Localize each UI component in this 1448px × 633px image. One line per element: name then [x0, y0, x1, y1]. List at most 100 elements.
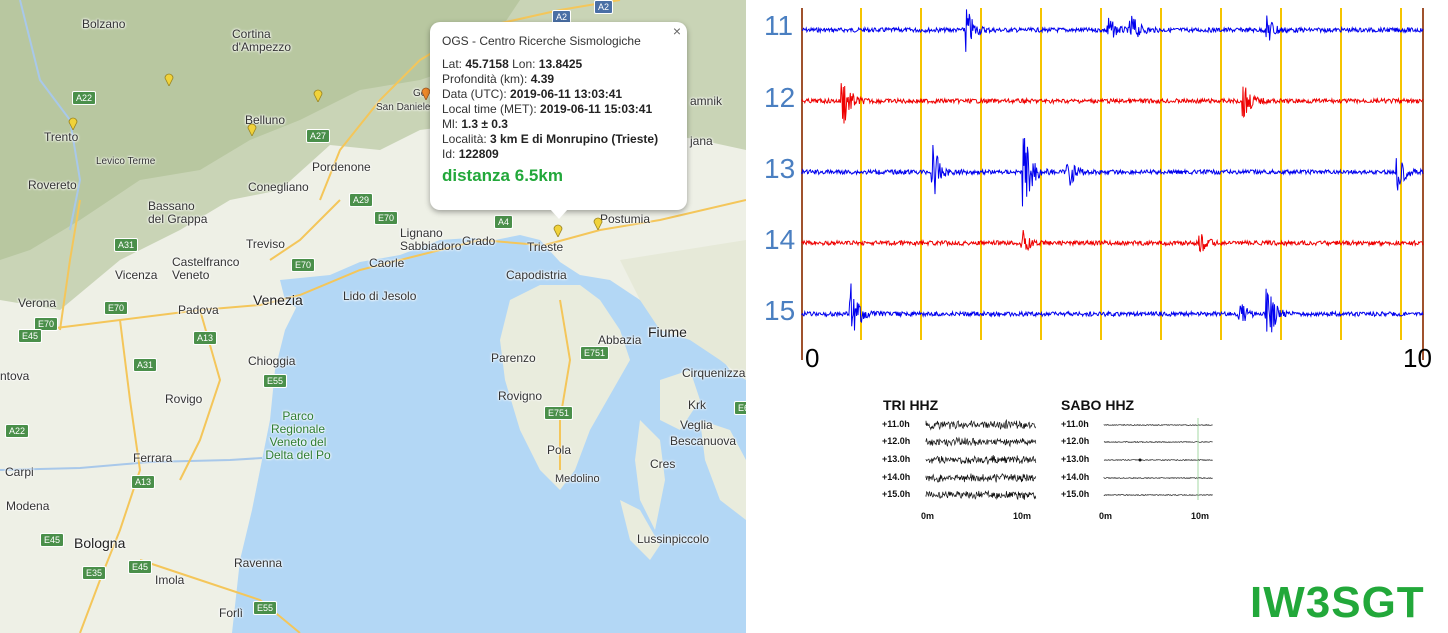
park-label: Parco Regionale Veneto del Delta del Po — [265, 409, 331, 462]
city-label: Abbazia — [598, 333, 642, 347]
seismic-trace — [801, 9, 1424, 52]
lat-value: 45.7158 — [465, 57, 509, 71]
popup-met: Local time (MET): 2019-06-11 15:03:41 — [442, 102, 658, 117]
mini-row-label: +14.0h — [882, 472, 911, 482]
road-shield: E55 — [263, 374, 288, 388]
road-shield: E751 — [544, 406, 574, 420]
city-label: Cirquenizza — [682, 366, 746, 380]
lat-label: Lat: — [442, 57, 463, 71]
seismic-trace — [801, 137, 1424, 207]
id-label: Id: — [442, 147, 456, 161]
mini-axis-label: 0m — [1099, 511, 1113, 521]
earthquake-marker-icon[interactable] — [313, 88, 323, 102]
city-label: Pola — [547, 443, 572, 457]
depth-value: 4.39 — [530, 72, 555, 86]
lon-label: Lon: — [512, 57, 536, 71]
city-label: Caorle — [369, 256, 405, 270]
road-shield: E35 — [82, 566, 107, 580]
popup-title: OGS - Centro Ricerche Sismologiche — [442, 34, 641, 48]
x-axis-start-label: 0 — [805, 343, 820, 373]
utc-label: Data (UTC): — [442, 87, 507, 101]
road-shield: A31 — [114, 238, 139, 252]
city-label: ntova — [0, 369, 30, 383]
city-label: Venezia — [253, 292, 303, 308]
earthquake-info-popup: × OGS - Centro Ricerche Sismologiche Lat… — [430, 22, 687, 219]
mini-axis-label: 10m — [1191, 511, 1210, 521]
city-label: Forlì — [219, 606, 243, 620]
city-label: Cres — [650, 457, 676, 471]
city-label: Padova — [178, 303, 219, 317]
city-label: Lussinpiccolo — [637, 532, 710, 546]
city-label: Parenzo — [491, 351, 536, 365]
city-label: Imola — [155, 573, 185, 587]
mini-row-label: +15.0h — [882, 489, 911, 499]
popup-location: Località: 3 km E di Monrupino (Trieste) — [442, 132, 658, 147]
city-label: Rovigo — [165, 392, 203, 406]
road-shield: E70 — [374, 211, 399, 225]
road-shield: A13 — [193, 331, 218, 345]
seismic-trace — [801, 230, 1424, 253]
seismic-trace — [801, 83, 1424, 124]
city-label: amnik — [690, 94, 723, 108]
city-label: Grado — [462, 234, 496, 248]
road-shield: E45 — [18, 329, 43, 343]
depth-label: Profondità (km): — [442, 72, 528, 86]
city-label: Ravenna — [234, 556, 283, 570]
city-label: Capodistria — [506, 268, 567, 282]
mini-row-label: +11.0h — [1061, 419, 1089, 429]
mini-axis-label: 10m — [1013, 511, 1032, 521]
road-shield: A29 — [349, 193, 374, 207]
city-label: Trieste — [527, 240, 564, 254]
earthquake-marker-icon[interactable] — [593, 216, 603, 230]
mini-row-label: +11.0h — [882, 419, 910, 429]
id-value: 122809 — [458, 147, 499, 161]
hour-label: 14 — [764, 224, 796, 255]
hour-label: 12 — [764, 82, 796, 113]
mini-row-label: +13.0h — [1061, 454, 1090, 464]
city-label: Conegliano — [248, 180, 309, 194]
lon-value: 13.8425 — [538, 57, 583, 71]
location-value: 3 km E di Monrupino (Trieste) — [490, 132, 659, 146]
city-label: Krk — [688, 398, 706, 412]
road-shield: E55 — [253, 601, 278, 615]
road-shield: A13 — [131, 475, 156, 489]
mini-row-label: +12.0h — [1061, 436, 1090, 446]
city-label: Medolino — [555, 473, 600, 485]
city-label: Castelfranco Veneto — [172, 255, 240, 282]
road-shield: A31 — [133, 358, 158, 372]
city-label: Lignano Sabbiadoro — [400, 226, 462, 253]
earthquake-marker-icon[interactable] — [247, 122, 257, 136]
popup-ml: Ml: 1.3 ± 0.3 — [442, 117, 658, 132]
city-label: Carpi — [5, 465, 34, 479]
city-label: Bassano del Grappa — [148, 199, 208, 226]
ml-value: 1.3 ± 0.3 — [461, 117, 508, 131]
earthquake-marker-icon[interactable] — [68, 116, 78, 130]
city-label: Ferrara — [133, 451, 173, 465]
city-label: Lido di Jesolo — [343, 289, 417, 303]
mini-row-label: +12.0h — [882, 436, 911, 446]
earthquake-marker-icon[interactable] — [553, 223, 563, 237]
brand-callsign: IW3SGT — [1250, 578, 1425, 627]
road-shield: A22 — [5, 424, 30, 438]
mini-row-label: +14.0h — [1061, 472, 1090, 482]
utc-value: 2019-06-11 13:03:41 — [510, 87, 623, 101]
hour-label: 13 — [764, 153, 796, 184]
popup-utc: Data (UTC): 2019-06-11 13:03:41 — [442, 87, 658, 102]
popup-latlon: Lat: 45.7158 Lon: 13.8425 — [442, 57, 658, 72]
road-shield: E70 — [291, 258, 316, 272]
close-icon[interactable]: × — [673, 24, 681, 39]
city-label: Chioggia — [248, 354, 296, 368]
map[interactable]: Bolzano Cortina d'Ampezzo Trento Belluno… — [0, 0, 746, 633]
road-shield: E45 — [40, 533, 65, 547]
road-shield: E70 — [104, 301, 129, 315]
distance-label: distanza 6.5km — [442, 166, 563, 185]
hour-label: 15 — [764, 295, 796, 326]
hour-label: 11 — [764, 10, 794, 41]
x-axis-end-label: 10 — [1403, 343, 1432, 373]
city-label: Rovigno — [498, 389, 543, 403]
city-label: Vicenza — [115, 268, 158, 282]
city-label: jana — [690, 134, 713, 148]
road-shield: E6 — [734, 401, 746, 415]
earthquake-marker-icon[interactable] — [164, 72, 174, 86]
road-shield: A4 — [494, 215, 514, 229]
